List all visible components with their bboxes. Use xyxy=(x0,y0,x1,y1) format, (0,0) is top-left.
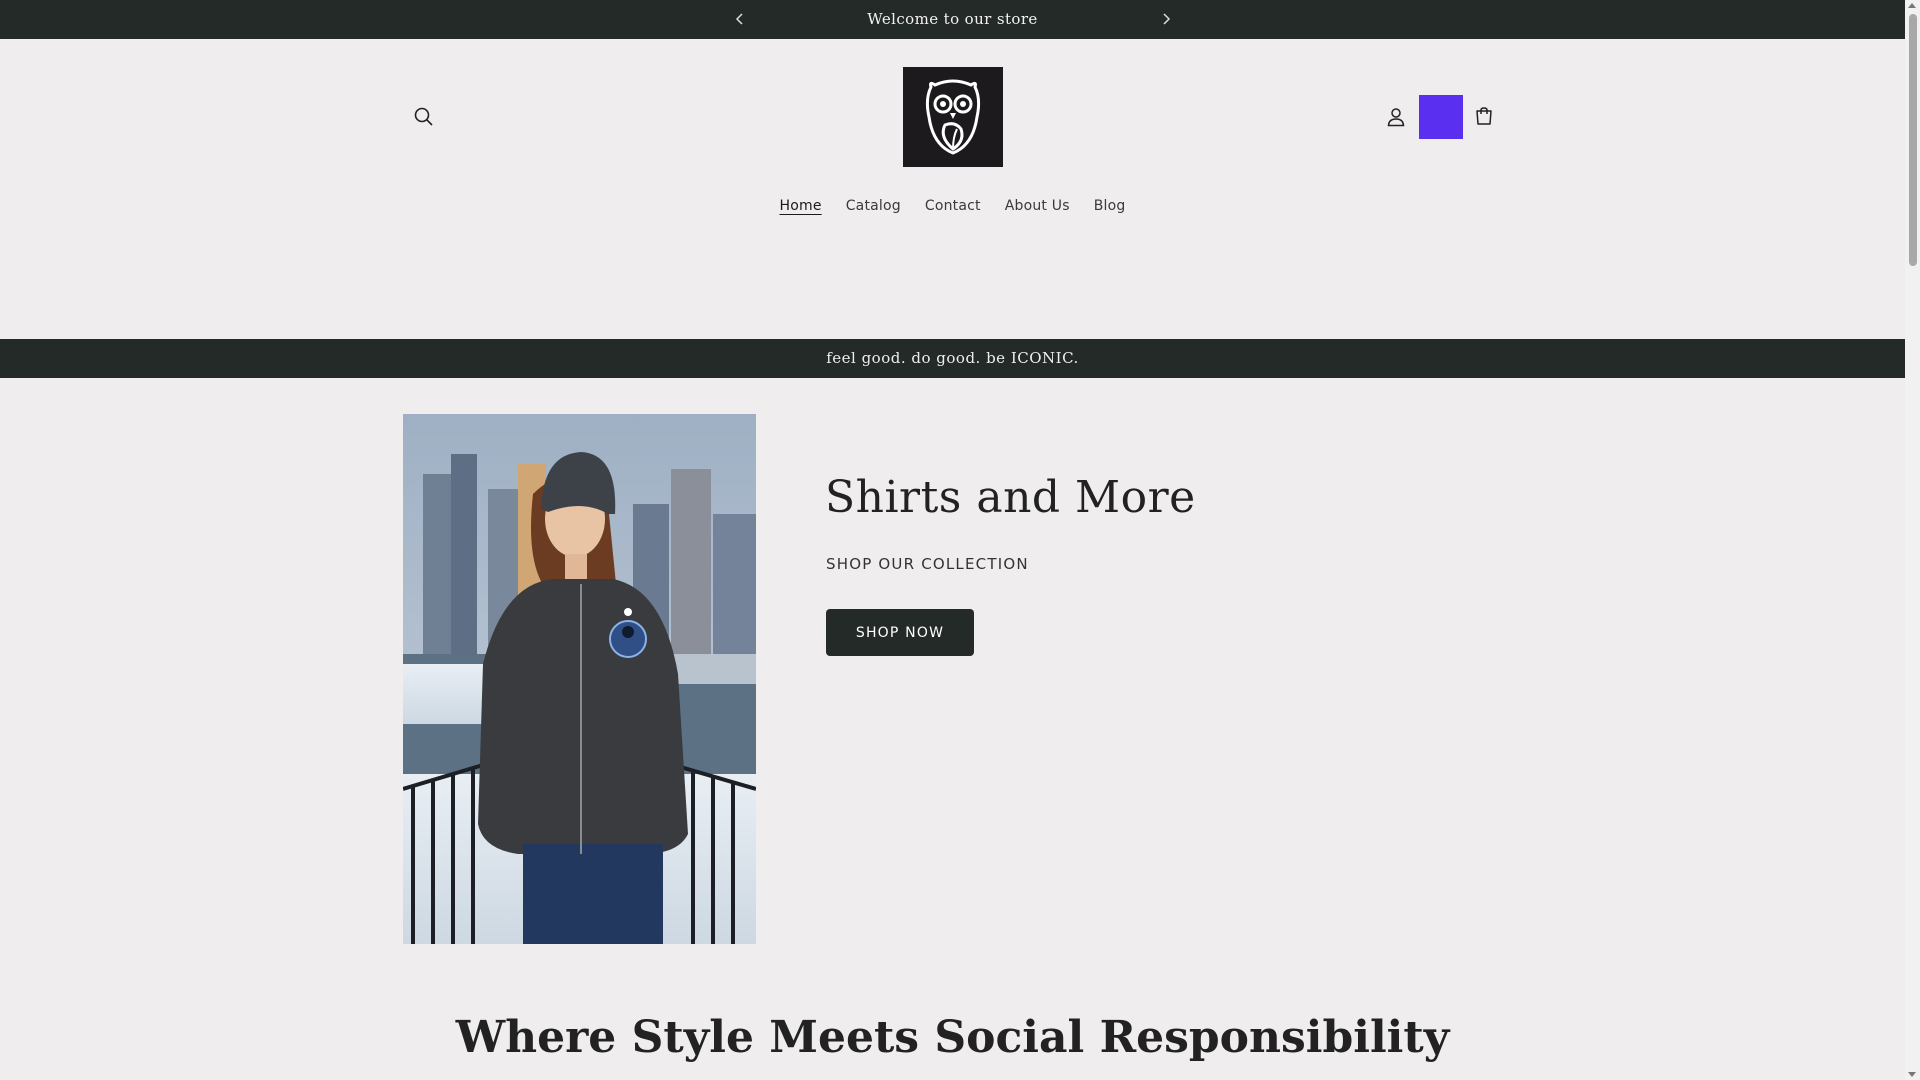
cart-icon[interactable] xyxy=(1462,95,1506,139)
hero-title: Shirts and More xyxy=(825,472,1196,523)
tagline-bar: feel good. do good. be ICONIC. xyxy=(0,339,1905,378)
hero-image xyxy=(403,414,756,944)
shop-now-button[interactable]: SHOP NOW xyxy=(826,609,974,656)
hero-subtitle: SHOP OUR COLLECTION xyxy=(826,555,1029,573)
nav-item-catalog[interactable]: Catalog xyxy=(834,194,913,218)
scroll-up-icon[interactable] xyxy=(1908,3,1916,8)
page-scrollbar[interactable] xyxy=(1905,0,1920,1080)
nav-item-blog[interactable]: Blog xyxy=(1082,194,1138,218)
nav-item-home[interactable]: Home xyxy=(768,194,834,218)
owl-logo-icon[interactable] xyxy=(903,67,1003,167)
main-nav: Home Catalog Contact About Us Blog xyxy=(0,194,1905,218)
nav-item-contact[interactable]: Contact xyxy=(913,194,993,218)
announcement-bar: Welcome to our store xyxy=(0,0,1905,39)
user-icon[interactable] xyxy=(1374,95,1418,139)
scroll-down-icon[interactable] xyxy=(1908,1072,1916,1077)
scrollbar-thumb[interactable] xyxy=(1909,14,1917,266)
search-icon[interactable] xyxy=(402,95,446,139)
section-title: Where Style Meets Social Responsibility xyxy=(455,1012,1450,1063)
chevron-right-icon[interactable] xyxy=(1155,8,1177,30)
site-header: Home Catalog Contact About Us Blog xyxy=(0,39,1905,339)
highlight-box xyxy=(1419,95,1463,139)
announcement-text: Welcome to our store xyxy=(867,10,1038,28)
nav-item-about-us[interactable]: About Us xyxy=(993,194,1082,218)
